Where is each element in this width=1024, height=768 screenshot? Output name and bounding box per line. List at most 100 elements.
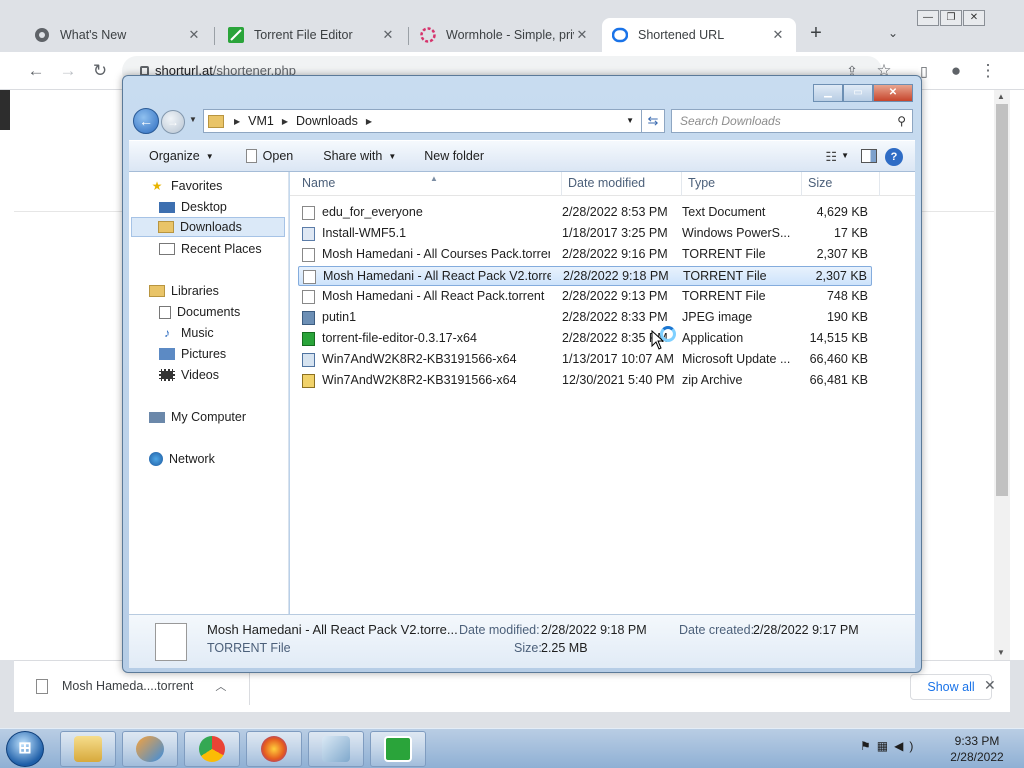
taskbar-firefox-button[interactable] <box>246 731 302 767</box>
close-icon[interactable]: ✕ <box>380 27 396 43</box>
menu-icon[interactable]: ⋮ <box>978 61 998 81</box>
view-options-icon[interactable]: ☷ <box>825 149 837 165</box>
nav-libraries[interactable]: Libraries <box>149 281 219 301</box>
file-row[interactable]: torrent-file-editor-0.3.17-x64 2/28/2022… <box>298 329 872 349</box>
network-tray-icon[interactable]: ▦ <box>877 739 894 753</box>
preview-pane-icon[interactable] <box>861 149 877 163</box>
dialog-close-button[interactable]: ✕ <box>873 84 913 102</box>
file-type: zip Archive <box>682 373 743 387</box>
forward-icon[interactable]: → <box>58 61 78 81</box>
refresh-icon[interactable]: ⇆ <box>641 109 665 133</box>
forward-arrow-icon[interactable]: → <box>161 110 185 134</box>
file-row[interactable]: Win7AndW2K8R2-KB3191566-x64 1/13/2017 10… <box>298 350 872 370</box>
search-icon[interactable]: ⚲ <box>897 110 906 132</box>
taskbar-notepad-button[interactable] <box>308 731 364 767</box>
close-window-button[interactable]: ✕ <box>963 10 985 26</box>
address-dropdown-icon[interactable]: ▼ <box>626 116 634 125</box>
breadcrumb-item[interactable]: Downloads <box>296 114 358 128</box>
zip-file-icon <box>302 374 315 388</box>
taskbar-torrent-editor-button[interactable] <box>370 731 426 767</box>
pictures-icon <box>159 348 175 360</box>
profile-icon[interactable]: ● <box>946 61 966 81</box>
file-type: Microsoft Update ... <box>682 352 791 366</box>
file-size: 2,307 KB <box>815 269 867 283</box>
organize-button[interactable]: Organize ▼ <box>149 149 214 163</box>
share-with-button[interactable]: Share with ▼ <box>323 149 396 163</box>
file-row[interactable]: Win7AndW2K8R2-KB3191566-x64 12/30/2021 5… <box>298 371 872 391</box>
file-size: 17 KB <box>833 226 868 240</box>
chevron-right-icon[interactable]: ▶ <box>282 117 288 126</box>
nav-pictures[interactable]: Pictures <box>159 344 226 364</box>
search-input[interactable]: Search Downloads ⚲ <box>671 109 913 133</box>
file-row[interactable]: Install-WMF5.1 1/18/2017 3:25 PM Windows… <box>298 224 872 244</box>
back-arrow-icon[interactable]: ← <box>133 108 159 134</box>
action-center-flag-icon[interactable]: ⚑ <box>860 739 877 753</box>
tab-search-icon[interactable]: ⌄ <box>884 26 902 44</box>
nav-downloads[interactable]: Downloads <box>131 217 285 237</box>
column-header-type[interactable]: Type <box>682 172 802 196</box>
torrent-editor-icon <box>228 27 244 43</box>
chevron-right-icon[interactable]: ▶ <box>234 117 240 126</box>
torrent-file-icon <box>155 623 187 661</box>
file-row[interactable]: edu_for_everyone 2/28/2022 8:53 PM Text … <box>298 203 872 223</box>
close-icon[interactable]: ✕ <box>574 27 590 43</box>
caret-down-icon[interactable]: ▼ <box>841 151 849 160</box>
minimize-button[interactable]: — <box>917 10 939 26</box>
nav-recent-places[interactable]: Recent Places <box>159 239 262 259</box>
back-icon[interactable]: ← <box>26 61 46 81</box>
scroll-up-icon[interactable]: ▲ <box>997 92 1005 101</box>
chevron-right-icon[interactable]: ▶ <box>366 117 372 126</box>
tab-torrent-file-editor[interactable]: Torrent File Editor ✕ <box>216 18 406 52</box>
file-type: TORRENT File <box>682 289 766 303</box>
torrent-file-icon <box>303 270 316 284</box>
new-folder-button[interactable]: New folder <box>424 149 484 163</box>
file-name: edu_for_everyone <box>322 205 423 219</box>
file-row-selected[interactable]: Mosh Hamedani - All React Pack V2.torre.… <box>298 266 872 286</box>
dialog-maximize-button[interactable]: ▭ <box>843 84 873 102</box>
close-icon[interactable]: ✕ <box>984 677 996 694</box>
volume-icon[interactable]: ◀) <box>894 739 919 753</box>
address-breadcrumb[interactable]: ▶ VM1 ▶ Downloads ▶ ▼ <box>203 109 665 133</box>
file-row[interactable]: Mosh Hamedani - All React Pack.torrent 2… <box>298 287 872 307</box>
powershell-file-icon <box>302 227 315 241</box>
file-row[interactable]: Mosh Hamedani - All Courses Pack.torrent… <box>298 245 872 265</box>
taskbar-chrome-button[interactable] <box>184 731 240 767</box>
scrollbar-thumb[interactable] <box>996 104 1008 496</box>
tab-label: Shortened URL <box>638 28 725 42</box>
help-icon[interactable]: ? <box>885 148 903 166</box>
dialog-minimize-button[interactable]: ▁ <box>813 84 843 102</box>
nav-music[interactable]: ♪ Music <box>159 323 214 343</box>
taskbar-clock[interactable]: 9:33 PM 2/28/2022 <box>944 733 1010 765</box>
nav-network[interactable]: Network <box>149 449 215 469</box>
tab-shortened-url[interactable]: Shortened URL ✕ <box>602 18 796 52</box>
column-header-size[interactable]: Size <box>802 172 880 196</box>
column-header-date[interactable]: Date modified <box>562 172 682 196</box>
close-icon[interactable]: ✕ <box>186 27 202 43</box>
reload-icon[interactable]: ↻ <box>90 61 110 81</box>
file-row[interactable]: putin1 2/28/2022 8:33 PM JPEG image 190 … <box>298 308 872 328</box>
nav-favorites[interactable]: ★ Favorites <box>149 176 223 196</box>
file-name: Mosh Hamedani - All Courses Pack.torrent <box>322 247 550 261</box>
taskbar-explorer-button[interactable] <box>60 731 116 767</box>
open-button[interactable]: Open <box>245 149 293 163</box>
tab-wormhole[interactable]: Wormhole - Simple, priv ✕ <box>410 18 600 52</box>
nav-desktop[interactable]: Desktop <box>159 197 227 217</box>
sort-ascending-icon: ▲ <box>430 174 438 183</box>
show-all-button[interactable]: Show all <box>910 674 992 700</box>
nav-my-computer[interactable]: My Computer <box>149 407 246 427</box>
recent-locations-dropdown[interactable]: ▼ <box>189 115 197 124</box>
nav-videos[interactable]: Videos <box>159 365 219 385</box>
taskbar-media-player-button[interactable] <box>122 731 178 767</box>
system-tray[interactable]: ⚑▦◀) <box>860 739 919 753</box>
new-tab-button[interactable]: + <box>806 23 826 44</box>
tab-whats-new[interactable]: What's New ✕ <box>0 18 212 52</box>
breadcrumb-item[interactable]: VM1 <box>248 114 274 128</box>
maximize-button[interactable]: ❐ <box>940 10 962 26</box>
nav-documents[interactable]: Documents <box>159 302 240 322</box>
windows-start-icon[interactable]: ⊞ <box>6 731 44 767</box>
close-icon[interactable]: ✕ <box>770 27 786 43</box>
chevron-up-icon[interactable]: ︿ <box>215 678 226 694</box>
column-header-name[interactable]: Name ▲ <box>296 172 562 196</box>
scroll-down-icon[interactable]: ▼ <box>997 648 1005 657</box>
page-scrollbar[interactable]: ▲ ▼ <box>994 90 1010 660</box>
